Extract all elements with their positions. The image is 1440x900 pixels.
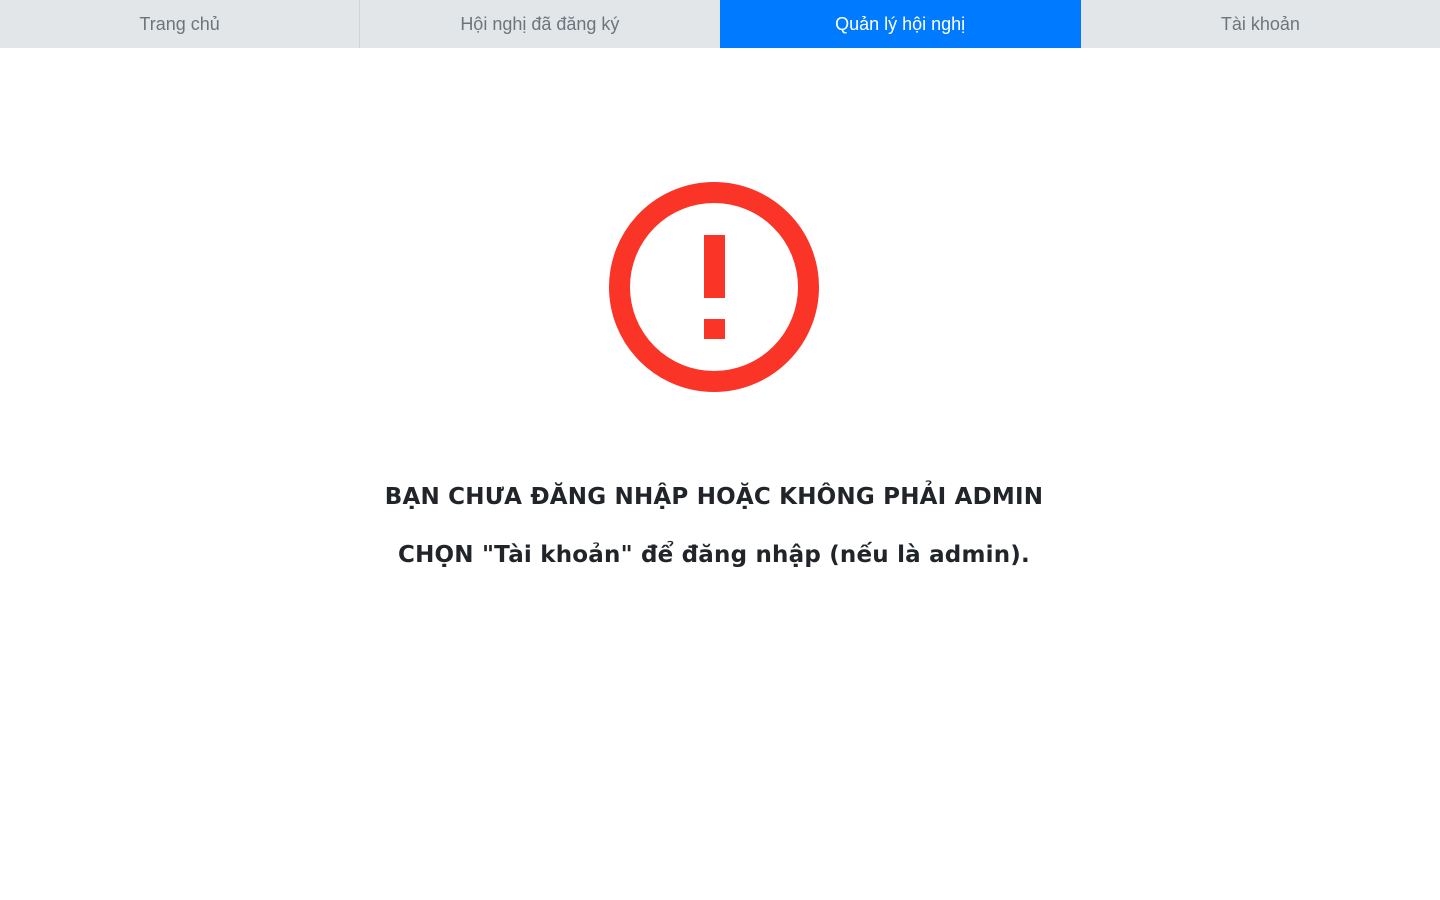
login-instruction-message: CHỌN "Tài khoản" để đăng nhập (nếu là ad… bbox=[398, 542, 1030, 568]
tab-conference-management[interactable]: Quản lý hội nghị bbox=[719, 0, 1080, 48]
not-logged-in-message: BẠN CHƯA ĐĂNG NHẬP HOẶC KHÔNG PHẢI ADMIN bbox=[384, 484, 1044, 510]
tab-home[interactable]: Trang chủ bbox=[0, 0, 359, 48]
tab-account[interactable]: Tài khoản bbox=[1079, 0, 1440, 48]
tab-registered-conferences[interactable]: Hội nghị đã đăng ký bbox=[359, 0, 719, 48]
top-navigation: Trang chủ Hội nghị đã đăng ký Quản lý hộ… bbox=[0, 0, 1440, 48]
main-content: BẠN CHƯA ĐĂNG NHẬP HOẶC KHÔNG PHẢI ADMIN… bbox=[0, 48, 1440, 900]
alert-circle-icon bbox=[609, 182, 819, 392]
